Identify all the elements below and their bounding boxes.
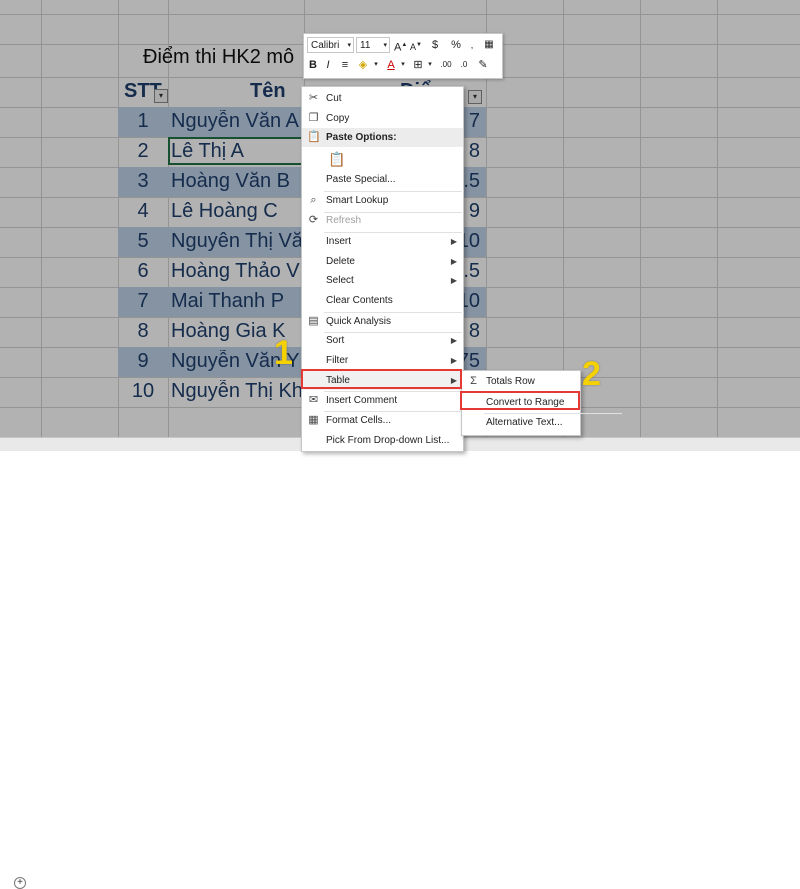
cell-stt[interactable]: 9 xyxy=(118,350,168,373)
sheet-title: Điểm thi HK2 mô xyxy=(143,46,295,68)
step-number-1: 1 xyxy=(274,334,293,372)
cell-stt[interactable]: 5 xyxy=(118,230,168,253)
cell-name[interactable]: Nguyễn Thị Kh xyxy=(171,380,306,403)
filter-dropdown-icon[interactable]: ▾ xyxy=(154,89,168,103)
submenu-arrow-icon: ▶ xyxy=(450,336,457,345)
paste-clipboard-icon: 📋 xyxy=(328,151,346,167)
highlight-table-item xyxy=(301,369,462,389)
increase-decimal-icon[interactable]: .00 xyxy=(438,57,454,73)
grid-line xyxy=(0,14,800,15)
format-painter-icon[interactable]: ▦ xyxy=(482,37,496,53)
menu-item-refresh[interactable]: ⟳ Refresh xyxy=(302,211,463,230)
submenu-arrow-icon: ▶ xyxy=(450,237,457,246)
menu-item-smart-lookup[interactable]: ⌕ Smart Lookup xyxy=(302,191,463,210)
filter-dropdown-icon[interactable]: ▾ xyxy=(468,90,482,104)
menu-item-format-cells[interactable]: ▦ Format Cells... xyxy=(302,411,463,430)
grid-line xyxy=(717,0,718,440)
totals-row-icon: Σ xyxy=(470,375,477,387)
cell-stt[interactable]: 10 xyxy=(118,380,168,403)
cell-name[interactable]: Hoàng Văn B xyxy=(171,170,306,193)
copy-icon: ❐ xyxy=(308,112,319,124)
menu-item-clear-contents[interactable]: Clear Contents xyxy=(302,291,463,310)
menu-item-delete[interactable]: Delete ▶ xyxy=(302,252,463,271)
submenu-arrow-icon: ▶ xyxy=(450,276,457,285)
menu-item-cut[interactable]: ✂ Cut xyxy=(302,89,463,108)
borders-dropdown-icon[interactable]: ▾ xyxy=(426,57,434,73)
submenu-arrow-icon: ▶ xyxy=(450,257,457,266)
menu-item-pick-from-dropdown[interactable]: Pick From Drop-down List... xyxy=(302,431,463,450)
align-center-icon[interactable]: ≡ xyxy=(338,57,352,73)
percent-button[interactable]: % xyxy=(449,37,463,53)
borders-icon[interactable]: ⊞ xyxy=(411,57,425,73)
grid-line xyxy=(41,0,42,440)
shrink-font-button[interactable]: A▼ xyxy=(410,37,422,53)
cell-stt[interactable]: 1 xyxy=(118,110,168,133)
submenu-item-alternative-text[interactable]: Alternative Text... xyxy=(462,413,580,432)
font-size-select[interactable]: 11 ▾ xyxy=(356,37,390,53)
cell-stt[interactable]: 2 xyxy=(118,140,168,163)
cell-stt[interactable]: 8 xyxy=(118,320,168,343)
fill-color-dropdown-icon[interactable]: ▾ xyxy=(372,57,380,73)
menu-item-sort[interactable]: Sort ▶ xyxy=(302,331,463,350)
comma-style-icon[interactable]: , xyxy=(466,37,478,53)
quick-analysis-icon: ▤ xyxy=(308,315,319,327)
font-name-select[interactable]: Calibri ▾ xyxy=(307,37,354,53)
menu-item-insert-comment[interactable]: ✉ Insert Comment xyxy=(302,391,463,410)
cell-stt[interactable]: 3 xyxy=(118,170,168,193)
context-menu: ✂ Cut ❐ Copy 📋 Paste Options: 📋 Paste Speci… xyxy=(301,86,464,452)
italic-button[interactable]: I xyxy=(322,57,334,73)
refresh-icon: ⟳ xyxy=(308,214,319,226)
grid-line xyxy=(640,0,641,440)
cell-name[interactable]: Mai Thanh P xyxy=(171,290,306,313)
font-color-button[interactable]: A xyxy=(384,57,398,73)
active-cell[interactable] xyxy=(168,137,304,165)
menu-item-paste-special[interactable]: Paste Special... xyxy=(302,170,463,189)
header-name[interactable]: Tên xyxy=(250,80,286,103)
cell-name[interactable]: Hoàng Thảo V xyxy=(171,260,306,283)
menu-section-paste-options: 📋 Paste Options: xyxy=(302,128,463,147)
fill-color-icon[interactable]: ◈ xyxy=(356,57,370,73)
step-number-2: 2 xyxy=(582,355,601,393)
font-color-dropdown-icon[interactable]: ▾ xyxy=(399,57,407,73)
comment-icon: ✉ xyxy=(308,394,319,406)
submenu-arrow-icon: ▶ xyxy=(450,356,457,365)
menu-item-quick-analysis[interactable]: ▤ Quick Analysis xyxy=(302,312,463,331)
format-cells-icon: ▦ xyxy=(308,414,319,426)
menu-item-filter[interactable]: Filter ▶ xyxy=(302,351,463,370)
currency-button[interactable]: $ xyxy=(428,37,442,53)
cell-stt[interactable]: 4 xyxy=(118,200,168,223)
highlight-convert-to-range xyxy=(460,391,580,410)
cell-name[interactable]: Lê Hoàng C xyxy=(171,200,306,223)
mini-toolbar: Calibri ▾ 11 ▾ A▲ A▼ $ % , ▦ B I ≡ ◈ ▾ A ▾… xyxy=(303,33,503,79)
decrease-decimal-icon[interactable]: .0 xyxy=(456,57,472,73)
cell-stt[interactable]: 6 xyxy=(118,260,168,283)
submenu-item-totals-row[interactable]: Σ Totals Row xyxy=(462,372,580,391)
cell-stt[interactable]: 7 xyxy=(118,290,168,313)
add-sheet-icon[interactable]: + xyxy=(14,877,26,889)
menu-item-insert[interactable]: Insert ▶ xyxy=(302,232,463,251)
search-icon: ⌕ xyxy=(310,194,317,206)
paste-icon: 📋 xyxy=(307,131,321,143)
bold-button[interactable]: B xyxy=(307,57,319,73)
scissors-icon: ✂ xyxy=(308,92,319,104)
clear-format-icon[interactable]: ✎ xyxy=(476,57,490,73)
cell-name[interactable]: Nguyễn Văn A xyxy=(171,110,306,133)
grow-font-button[interactable]: A▲ xyxy=(394,37,407,54)
cell-name[interactable]: Nguyên Thị Vă xyxy=(171,230,306,253)
menu-item-select[interactable]: Select ▶ xyxy=(302,271,463,290)
menu-item-copy[interactable]: ❐ Copy xyxy=(302,109,463,128)
